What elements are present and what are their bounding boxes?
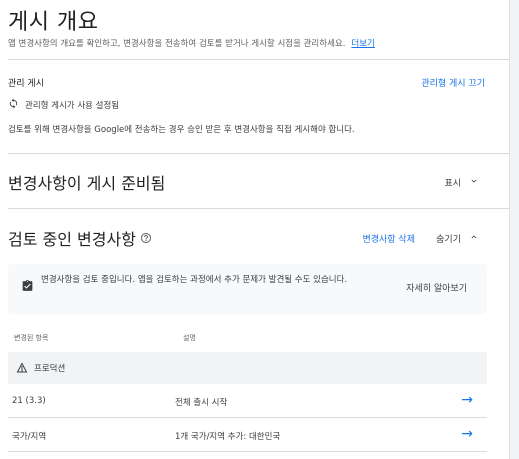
managed-description: 검토를 위해 변경사항을 Google에 전송하는 경우 승인 받은 후 변경사…	[8, 125, 355, 135]
row-item: 국가/지역	[12, 432, 47, 442]
review-section-title: 검토 중인 변경사항	[8, 226, 152, 250]
column-header-item: 변경된 항목	[14, 334, 49, 342]
chevron-down-icon	[469, 176, 479, 189]
subtitle-text: 앱 변경사항의 개요를 확인하고, 변경사항을 전송하여 검토를 받거나 게시할…	[8, 39, 346, 49]
review-info-box: 변경사항을 검토 중입니다. 앱을 검토하는 과정에서 추가 문제가 발견될 수…	[8, 264, 487, 314]
arrow-right-icon[interactable]: →	[461, 392, 473, 408]
help-icon[interactable]	[140, 232, 152, 244]
review-title-text: 검토 중인 변경사항	[8, 230, 136, 249]
publishing-overview-page: 게시 개요 앱 변경사항의 개요를 확인하고, 변경사항을 전송하여 검토를 받…	[0, 0, 509, 459]
hide-toggle-label: 숨기기	[436, 235, 461, 245]
turn-off-managed-publishing-link[interactable]: 관리형 게시 끄기	[421, 76, 485, 89]
table-row[interactable]: 21 (3.3) 전체 출시 시작 →	[8, 384, 487, 418]
page-subtitle: 앱 변경사항의 개요를 확인하고, 변경사항을 전송하여 검토를 받거나 게시할…	[8, 37, 375, 49]
divider	[8, 208, 509, 209]
managed-status: 관리형 게시가 사용 설정됨	[8, 98, 119, 112]
chevron-up-icon	[469, 232, 479, 245]
learn-more-link[interactable]: 더보기	[351, 39, 374, 49]
show-toggle[interactable]: 표시	[444, 176, 479, 189]
arrow-right-icon[interactable]: →	[461, 426, 473, 442]
divider	[8, 59, 509, 60]
row-description: 전체 출시 시작	[175, 398, 228, 408]
clipboard-icon	[21, 278, 34, 297]
learn-more-link[interactable]: 자세히 알아보기	[406, 281, 467, 294]
sync-icon	[8, 98, 19, 112]
managed-status-text: 관리형 게시가 사용 설정됨	[25, 101, 120, 111]
production-group-row: 프로덕션	[8, 352, 487, 384]
ready-section-title: 변경사항이 게시 준비됨	[8, 170, 165, 194]
ready-title-text: 변경사항이 게시 준비됨	[8, 174, 166, 193]
managed-publishing-label: 관리 게시	[8, 79, 44, 89]
review-info-text: 변경사항을 검토 중입니다. 앱을 검토하는 과정에서 추가 문제가 발견될 수…	[41, 275, 348, 285]
table-row[interactable]: 국가/지역 1개 국가/지역 추가: 대한민국 →	[8, 418, 487, 452]
production-icon	[16, 362, 28, 374]
divider	[8, 153, 509, 154]
show-toggle-label: 표시	[444, 179, 461, 189]
page-title: 게시 개요	[8, 10, 99, 35]
scrollbar[interactable]	[509, 0, 519, 459]
row-item: 21 (3.3)	[12, 396, 46, 406]
hide-toggle[interactable]: 숨기기	[436, 232, 479, 245]
column-header-description: 설명	[183, 334, 196, 342]
delete-changes-link[interactable]: 변경사항 삭제	[362, 232, 415, 245]
production-label: 프로덕션	[34, 364, 66, 374]
row-description: 1개 국가/지역 추가: 대한민국	[175, 432, 281, 442]
